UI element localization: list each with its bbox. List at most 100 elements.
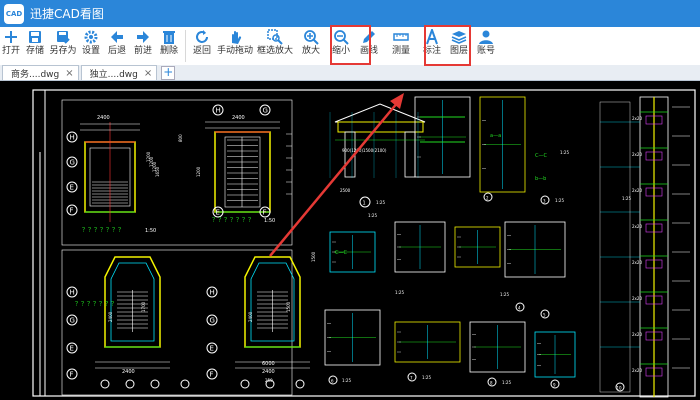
- axis-label: H: [70, 134, 75, 142]
- cad-label: ？？？？？？？: [75, 301, 117, 308]
- ruler-icon: [393, 33, 409, 41]
- cad-label: 1:25: [555, 198, 564, 203]
- cad-label: 2x20: [632, 260, 642, 265]
- return-button[interactable]: 返回: [189, 27, 215, 63]
- axis-label: E: [70, 345, 74, 353]
- save-as-label: 另存为: [49, 46, 77, 56]
- tab-document-2[interactable]: 独立....dwg ×: [80, 65, 158, 80]
- cad-label: 6: [331, 379, 334, 384]
- cad-label: 6000: [262, 361, 275, 367]
- close-icon[interactable]: ×: [65, 68, 73, 79]
- save-button[interactable]: 存储: [22, 27, 48, 63]
- cad-label: 2400: [108, 311, 113, 322]
- tab-label: 独立....dwg: [89, 69, 138, 80]
- cad-label: C—C: [335, 250, 347, 256]
- cad-rect: [32, 89, 696, 397]
- layers-icon: [451, 31, 467, 44]
- cad-label: 2x20: [632, 116, 642, 121]
- account-button[interactable]: 账号: [473, 27, 499, 63]
- axis-label: E: [70, 184, 74, 192]
- settings-button[interactable]: 设置: [78, 27, 104, 63]
- cad-label: 9: [553, 383, 556, 388]
- measure-label: 测量: [391, 46, 410, 56]
- cad-rect: [214, 131, 271, 213]
- pen-icon: [363, 31, 375, 43]
- axis-label: F: [263, 209, 267, 217]
- cad-label: 3: [543, 199, 546, 204]
- axis-label: H: [70, 289, 75, 297]
- axis-bubble: [100, 379, 110, 389]
- zoom-out-button[interactable]: 缩小: [327, 27, 355, 63]
- zoom-in-label: 放大: [301, 46, 320, 56]
- cad-label: 1:25: [560, 150, 569, 155]
- cad-rect: [404, 131, 416, 178]
- cad-label: 10: [617, 386, 623, 391]
- cad-rect: [599, 101, 631, 393]
- cad-label: 1:50: [264, 218, 275, 224]
- cad-label: b—b: [535, 176, 546, 182]
- window-zoom-button[interactable]: 框选放大: [255, 27, 295, 63]
- zoom-in-button[interactable]: 放大: [295, 27, 327, 63]
- cad-rect: [337, 121, 424, 133]
- zoom-out-label: 缩小: [331, 46, 350, 56]
- gear-icon: [84, 30, 98, 44]
- cad-roof: [334, 103, 426, 123]
- user-icon: [479, 30, 493, 44]
- cad-label: 2x20: [632, 224, 642, 229]
- cad-label: 4: [518, 306, 521, 311]
- axis-bubble: [125, 379, 135, 389]
- layers-label: 图层: [449, 46, 468, 56]
- cad-label: 1700: [141, 301, 146, 312]
- draw-line-label: 画线: [359, 46, 378, 56]
- cad-label: 2x20: [632, 296, 642, 301]
- cad-label: 2400: [232, 115, 245, 121]
- cad-label: 2400: [122, 369, 135, 375]
- axis-label: G: [263, 107, 268, 115]
- annotate-button[interactable]: 标注: [419, 27, 445, 63]
- measure-button[interactable]: 测量: [383, 27, 419, 63]
- tab-label: 商务....dwg: [11, 69, 60, 80]
- cad-rect: [224, 136, 261, 208]
- zoom-out-icon: [334, 30, 349, 45]
- app-title: 迅捷CAD看图: [30, 7, 104, 21]
- forward-arrow-icon: [137, 31, 149, 43]
- account-label: 账号: [476, 46, 495, 56]
- annotate-label: 标注: [422, 46, 441, 56]
- cad-label: 1:25: [422, 375, 431, 380]
- cad-label: 1500: [286, 301, 291, 312]
- cad-label: 1:25: [395, 290, 404, 295]
- axis-bubble: [150, 379, 160, 389]
- cad-label: 2x20: [632, 332, 642, 337]
- axis-label: F: [210, 371, 214, 379]
- cad-label: 1:25: [342, 378, 351, 383]
- close-icon[interactable]: ×: [144, 68, 152, 79]
- redo-button[interactable]: 前进: [130, 27, 156, 63]
- draw-line-button[interactable]: 画线: [355, 27, 383, 63]
- cad-label: 2400: [262, 369, 275, 375]
- cad-label: 2x20: [632, 152, 642, 157]
- drawing-canvas[interactable]: 2400 H G E F？？？？？？？ 1:50 2400 H G E F？？？？？？？ 1:50 24…: [0, 82, 700, 400]
- undo-button[interactable]: 后退: [104, 27, 130, 63]
- axis-label: E: [216, 209, 220, 217]
- cad-label: 2x20: [632, 368, 642, 373]
- text-a-icon: [426, 29, 438, 45]
- tab-document-1[interactable]: 商务....dwg ×: [2, 65, 79, 80]
- cad-label: 8: [490, 381, 493, 386]
- axis-label: H: [210, 289, 215, 297]
- add-tab-button[interactable]: +: [161, 66, 176, 80]
- layers-button[interactable]: 图层: [445, 27, 473, 63]
- pan-button[interactable]: 手动拖动: [215, 27, 255, 63]
- axis-label: G: [70, 317, 75, 325]
- open-button[interactable]: 打开: [0, 27, 22, 63]
- cad-label: 1:25: [368, 213, 377, 218]
- delete-button[interactable]: 删除: [156, 27, 182, 63]
- window-zoom-icon: [267, 29, 283, 45]
- save-as-button[interactable]: 另存为: [48, 27, 78, 63]
- pan-label: 手动拖动: [216, 46, 253, 56]
- cad-drawing[interactable]: 2400HGEF？？？？？？？ 1:502400H GE F？？？？？？？ 1:5024…: [0, 82, 700, 400]
- axis-label: E: [210, 345, 214, 353]
- zoom-in-icon: [304, 30, 319, 45]
- axis-bubble: [295, 379, 305, 389]
- cad-label: C—C: [535, 153, 547, 159]
- trash-icon: [163, 31, 175, 44]
